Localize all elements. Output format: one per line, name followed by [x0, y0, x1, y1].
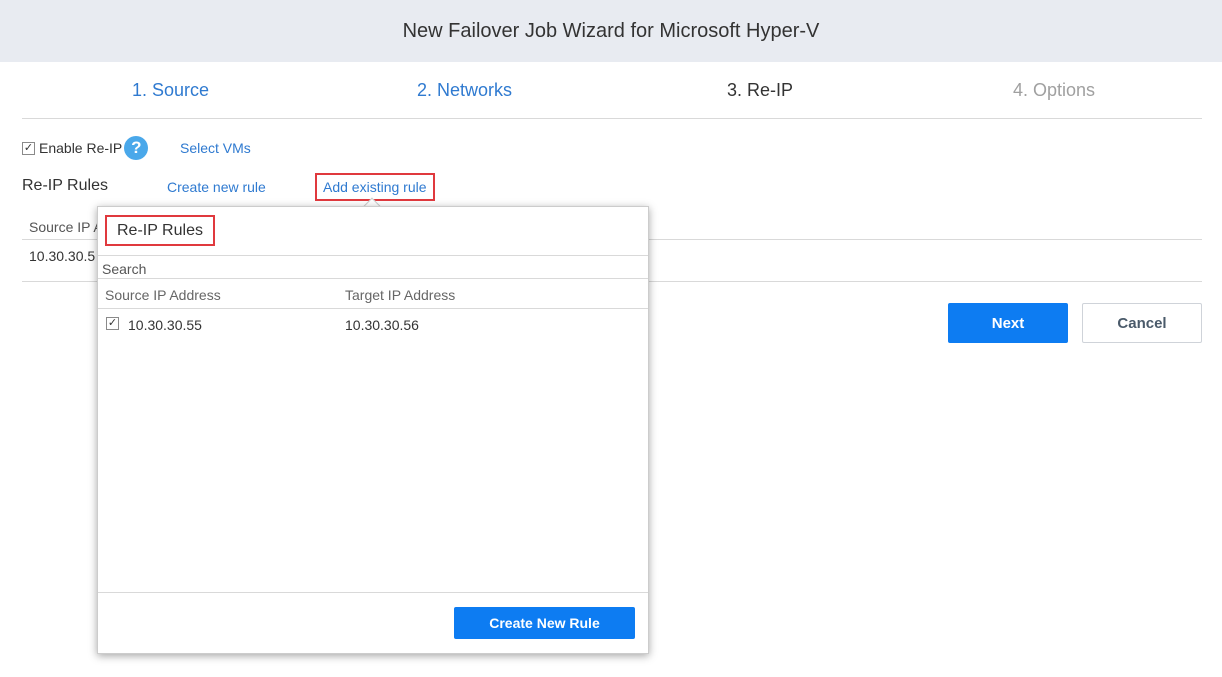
step-options: 4. Options [1013, 80, 1096, 100]
enable-reip-row: ✓ Enable Re-IP ? [22, 134, 149, 162]
select-vms-link[interactable]: Select VMs [180, 140, 251, 156]
step-reip: 3. Re-IP [727, 80, 794, 100]
step-source[interactable]: 1. Source [132, 80, 209, 101]
enable-reip-label: Enable Re-IP [39, 140, 123, 156]
rules-table-cell-source: 10.30.30.5 [29, 248, 96, 264]
create-new-rule-button[interactable]: Create New Rule [454, 607, 635, 639]
search-input[interactable] [102, 261, 642, 277]
window-title: New Failover Job Wizard for Microsoft Hy… [402, 19, 820, 42]
divider [98, 255, 648, 256]
popup-title: Re-IP Rules [117, 221, 203, 239]
column-source-ip[interactable]: Source IP Address [105, 287, 221, 303]
cancel-button[interactable]: Cancel [1082, 303, 1202, 343]
checkmark-icon: ✓ [23, 141, 34, 154]
next-button[interactable]: Next [948, 303, 1068, 343]
add-existing-rule-link[interactable]: Add existing rule [323, 179, 427, 195]
divider [98, 592, 648, 593]
rule-row-checkbox[interactable]: ✓ [106, 317, 119, 330]
popup-title-highlight: Re-IP Rules [105, 215, 215, 246]
checkmark-icon: ✓ [107, 317, 118, 329]
rule-source-ip: 10.30.30.55 [128, 317, 202, 333]
wizard-steps: 1. Source 2. Networks 3. Re-IP 4. Option… [22, 62, 1202, 119]
table-row[interactable]: ✓ 10.30.30.55 10.30.30.56 [98, 309, 648, 339]
create-new-rule-link[interactable]: Create new rule [167, 179, 266, 195]
step-networks[interactable]: 2. Networks [417, 80, 512, 101]
reip-rules-heading: Re-IP Rules [22, 177, 108, 194]
window-titlebar: New Failover Job Wizard for Microsoft Hy… [0, 0, 1222, 62]
rule-target-ip: 10.30.30.56 [345, 317, 419, 333]
popup-table-header: Source IP Address Target IP Address [98, 280, 648, 309]
popup-search-row [98, 260, 648, 279]
add-existing-rule-highlight: Add existing rule [315, 173, 435, 201]
enable-reip-checkbox[interactable]: ✓ [22, 141, 35, 155]
reip-rules-popup: Re-IP Rules Source IP Address Target IP … [97, 206, 649, 654]
column-target-ip[interactable]: Target IP Address [345, 287, 455, 303]
question-circle-icon[interactable]: ? [124, 136, 149, 160]
rules-table-column-source: Source IP A [29, 219, 103, 235]
